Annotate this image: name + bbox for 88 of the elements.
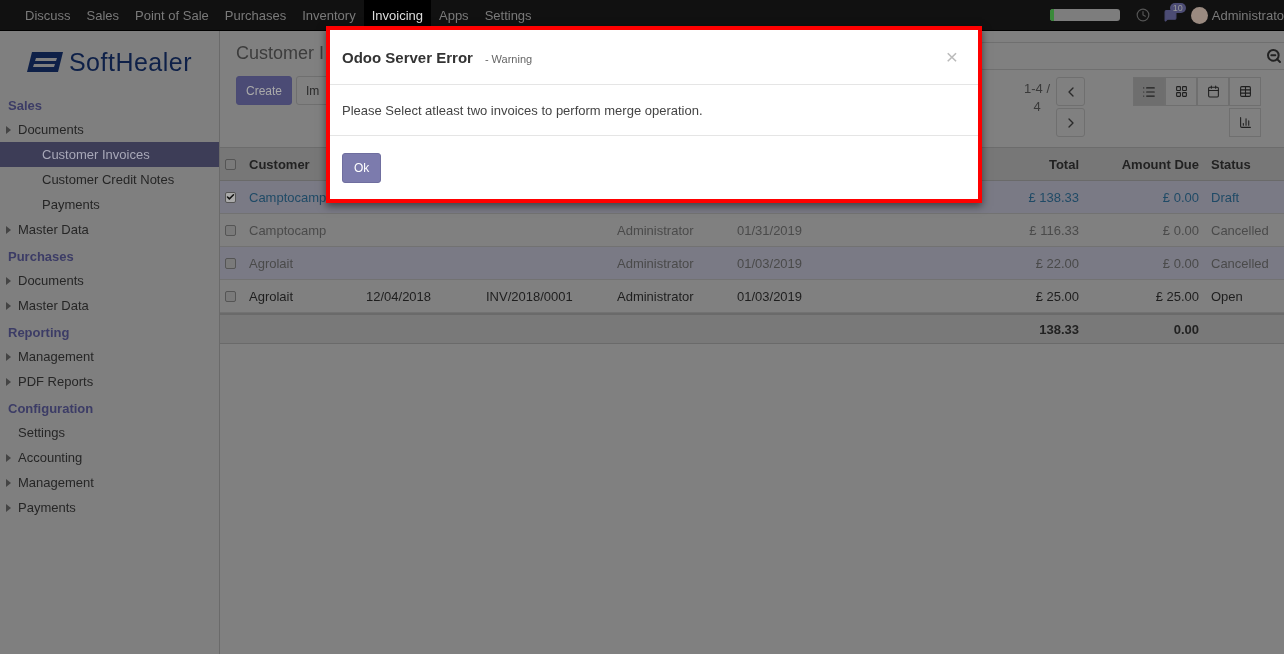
caret-icon xyxy=(6,453,11,462)
search-icon[interactable] xyxy=(1266,48,1282,64)
checkbox[interactable] xyxy=(225,158,236,170)
total-cell-text: 138.33 xyxy=(1038,321,1080,337)
clock-icon[interactable] xyxy=(1135,8,1150,22)
calendar-icon xyxy=(1206,85,1220,98)
nav-app-link[interactable]: Apps xyxy=(431,0,477,30)
dialog-title: Odoo Server Error xyxy=(342,48,473,66)
nav-app-link[interactable]: Point of Sale xyxy=(127,0,217,30)
sidebar-item[interactable]: Customer Invoices xyxy=(0,142,219,167)
checkbox[interactable] xyxy=(225,191,236,203)
page-title: Customer I xyxy=(236,43,325,64)
sidebar-heading: Purchases xyxy=(7,248,75,266)
table-cell-text: 01/03/2019 xyxy=(736,288,804,304)
nav-app-link[interactable]: Sales xyxy=(78,0,128,30)
view-switch-button[interactable] xyxy=(1229,77,1261,106)
table-cell-text: Agrolait xyxy=(248,255,295,271)
message-count: 10 xyxy=(1169,2,1186,13)
table-cell-text: 01/03/2019 xyxy=(736,255,804,271)
column-header[interactable]: Status xyxy=(1205,156,1284,172)
caret-icon xyxy=(6,478,11,487)
nav-app-link[interactable]: Purchases xyxy=(216,0,295,30)
table-cell-text: £ 0.00 xyxy=(1161,255,1200,271)
logo-text: SoftHealer xyxy=(68,47,193,77)
caret-icon xyxy=(6,352,11,361)
table-cell-text: Administrator xyxy=(616,288,695,304)
nav-app-link[interactable]: Inventory xyxy=(294,0,364,30)
column-header[interactable]: Amount Due xyxy=(1085,156,1205,172)
previous-button[interactable] xyxy=(1056,77,1085,106)
sidebar-item[interactable]: Settings xyxy=(0,420,219,445)
next-button[interactable] xyxy=(1056,108,1085,137)
checkbox[interactable] xyxy=(225,257,236,269)
table-cell-text: 12/04/2018 xyxy=(365,288,433,304)
table-cell-text: Cancelled xyxy=(1210,255,1270,271)
sidebar-item[interactable]: Customer Credit Notes xyxy=(0,167,219,192)
caret-icon xyxy=(6,276,11,285)
table-cell-text: £ 25.00 xyxy=(1154,288,1200,304)
sidebar-item[interactable]: Payments xyxy=(0,495,219,520)
table-cell-text: £ 0.00 xyxy=(1161,189,1200,205)
sidebar-item[interactable]: Accounting xyxy=(0,445,219,470)
nav-app-link[interactable]: Discuss xyxy=(17,0,79,30)
nav-app-link[interactable]: Settings xyxy=(476,0,540,30)
sidebar-item[interactable]: Management xyxy=(0,470,219,495)
sidebar-item[interactable]: Documents xyxy=(0,268,219,293)
view-switch-button[interactable] xyxy=(1165,77,1197,106)
table-cell-text: £ 22.00 xyxy=(1034,255,1080,271)
caret-icon xyxy=(6,377,11,386)
table-cell-text: Agrolait xyxy=(248,288,295,304)
search-field[interactable] xyxy=(980,42,1284,70)
avatar[interactable] xyxy=(1190,6,1208,24)
ok-button[interactable]: Ok xyxy=(342,152,382,183)
view-switch-button[interactable] xyxy=(1197,77,1229,106)
table-cell-text: Draft xyxy=(1210,189,1241,205)
table-cell-text: Open xyxy=(1210,288,1244,304)
sidebar-item[interactable]: Master Data xyxy=(0,293,219,318)
caret-icon xyxy=(6,225,11,234)
view-switch-button[interactable] xyxy=(1229,108,1261,137)
checkbox[interactable] xyxy=(225,224,236,236)
table-cell-text: INV/2018/0001 xyxy=(485,288,574,304)
sidebar-item[interactable]: Documents xyxy=(0,117,219,142)
pager-text: 1-4 / 4 xyxy=(1023,80,1051,116)
sidebar-heading: Sales xyxy=(7,97,43,115)
create-button[interactable]: Create xyxy=(236,76,293,105)
progress-bar xyxy=(1049,9,1120,21)
table-cell-text: Administrator xyxy=(616,255,695,271)
view-switch-button[interactable] xyxy=(1133,77,1165,106)
caret-icon xyxy=(6,503,11,512)
table-icon xyxy=(1238,85,1252,98)
bar-chart-icon xyxy=(1238,116,1252,129)
error-message: Please Select atleast two invoices to perform merge operation. xyxy=(342,102,703,118)
list-icon xyxy=(1142,84,1156,99)
user-name[interactable]: Administrato xyxy=(1211,7,1284,23)
caret-icon xyxy=(6,301,11,310)
sidebar-item[interactable]: PDF Reports xyxy=(0,369,219,394)
table-cell-text: Camptocamp xyxy=(248,189,328,205)
sidebar-heading: Configuration xyxy=(7,400,95,418)
sidebar-item[interactable]: Payments xyxy=(0,192,219,217)
logo-mark-icon xyxy=(26,52,63,72)
total-cell-text: 0.00 xyxy=(1172,321,1200,337)
sidebar-item[interactable]: Master Data xyxy=(0,217,219,242)
grid-icon xyxy=(1174,85,1188,98)
caret-icon xyxy=(6,125,11,134)
table-cell-text: £ 138.33 xyxy=(1027,189,1080,205)
sidebar-item[interactable]: Management xyxy=(0,344,219,369)
dialog-subtitle: - Warning xyxy=(484,52,533,65)
sidebar-heading: Reporting xyxy=(7,324,71,342)
checkbox[interactable] xyxy=(225,290,236,302)
table-cell-text: £ 25.00 xyxy=(1034,288,1080,304)
